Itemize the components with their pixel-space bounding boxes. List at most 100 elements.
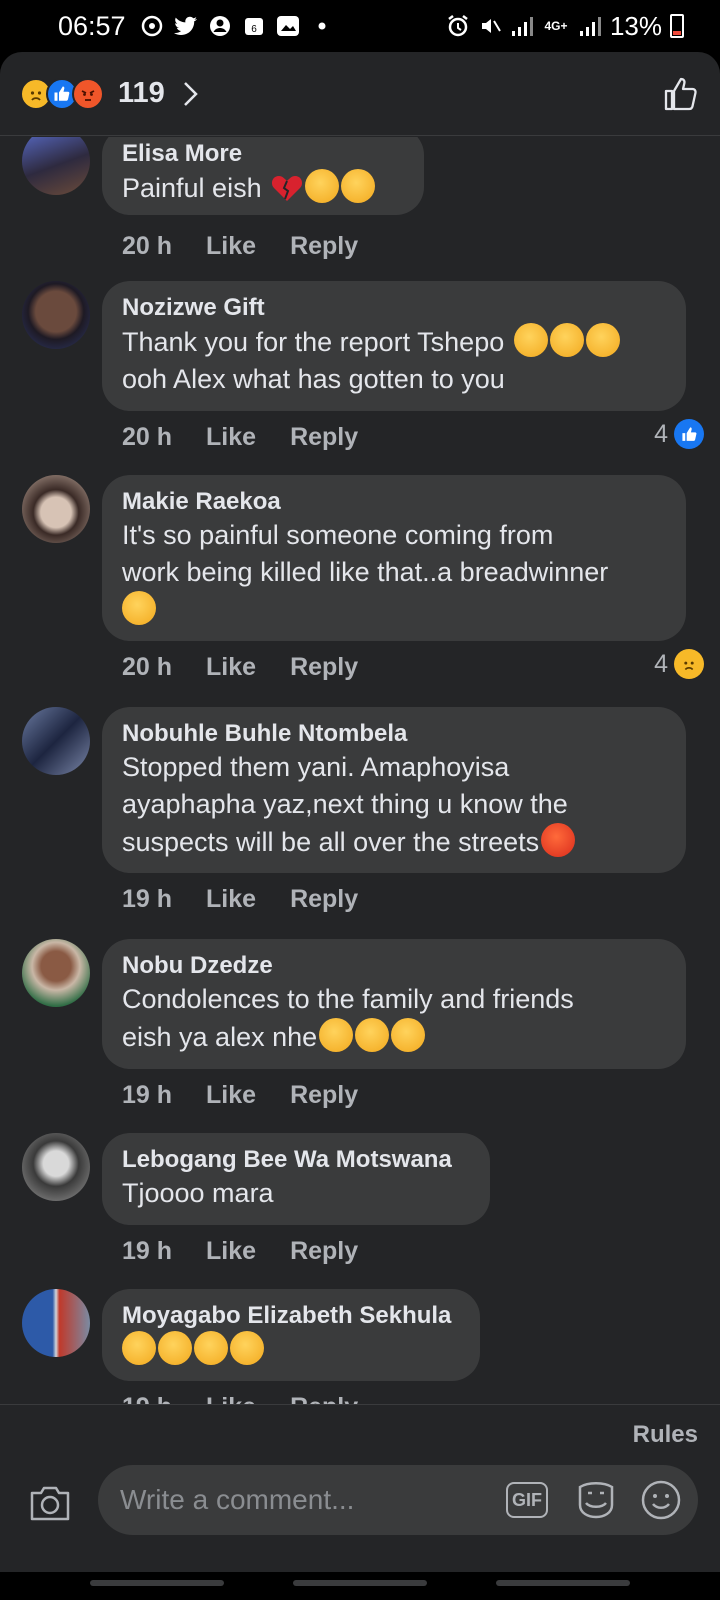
comment-text-line: Painful eish [122,173,262,203]
comment-bubble[interactable]: Makie Raekoa It's so painful someone com… [102,475,686,641]
twitter-icon [173,14,198,38]
comment-author[interactable]: Makie Raekoa [122,487,666,517]
comment-time: 19 h [122,1237,173,1265]
comment-text-line: It's so painful someone coming from [122,520,554,550]
comment-text-line: suspects will be all over the streets [122,827,540,857]
comment-time: 19 h [122,1081,173,1109]
reply-button[interactable]: Reply [290,1081,358,1110]
comment-input[interactable] [120,1484,480,1516]
comment-bubble[interactable]: Moyagabo Elizabeth Sekhula [102,1289,480,1381]
like-button[interactable]: Like [206,423,256,452]
nav-recents[interactable] [90,1580,224,1586]
comment-author[interactable]: Lebogang Bee Wa Motswana [122,1145,470,1175]
comment-text: Painful eish [122,169,404,207]
comment-time: 19 h [122,885,173,913]
comment-bubble[interactable]: Lebogang Bee Wa Motswana Tjoooo mara [102,1133,490,1225]
reply-button[interactable]: Reply [290,1237,358,1266]
broken-heart-icon [271,173,303,203]
battery-icon [670,14,684,38]
avatar[interactable] [22,475,90,543]
chevron-right-icon[interactable] [181,81,205,106]
reply-button[interactable]: Reply [290,653,358,682]
crying-emoji-icon [585,323,620,357]
comment-text: Condolences to the family and friends ei… [122,981,666,1056]
mute-icon [478,14,502,38]
comment-reaction-count: 4 [654,649,668,678]
sad-tear-emoji-icon [230,1331,264,1365]
comment-bubble[interactable]: Nobuhle Buhle Ntombela Stopped them yani… [102,707,686,873]
comment-author[interactable]: Nobuhle Buhle Ntombela [122,719,666,749]
comment-time: 20 h [122,423,173,451]
comment-time: 20 h [122,232,173,260]
angry-reaction-icon [72,77,104,110]
sticker-icon[interactable] [574,1479,618,1521]
avatar[interactable] [22,137,90,195]
comment-actions: 19 h Like Reply [122,1237,358,1266]
comment-bubble[interactable]: Nobu Dzedze Condolences to the family an… [102,939,686,1069]
like-button[interactable]: Like [206,653,256,682]
system-nav-bar [0,1572,720,1600]
signal-icon [510,14,534,38]
sad-tear-emoji-icon [122,591,156,625]
nav-back[interactable] [496,1580,630,1586]
comment-author[interactable]: Moyagabo Elizabeth Sekhula [122,1301,460,1331]
comment-time: 20 h [122,653,173,681]
like-button[interactable]: Like [206,232,256,261]
crying-emoji-icon [391,1018,426,1052]
like-outline-icon[interactable] [660,74,700,114]
crying-emoji-icon [319,1018,354,1052]
reactions-header[interactable]: 119 [0,52,720,136]
comment-text: Thank you for the report Tshepo ooh Alex… [122,323,666,398]
comment-reaction-badge[interactable]: 4 [654,419,704,449]
account-icon [208,14,232,38]
comment-composer: Rules GIF [0,1404,720,1600]
comment-actions: 20 h Like Reply [122,423,358,452]
like-button[interactable]: Like [206,1081,256,1110]
reply-button[interactable]: Reply [290,885,358,914]
comment-list: Elisa More Painful eish 20 h Like Reply … [0,137,720,1487]
avatar[interactable] [22,281,90,349]
reply-button[interactable]: Reply [290,232,358,261]
comment-text: Tjoooo mara [122,1178,274,1208]
comment-text-line: work being killed like that..a breadwinn… [122,557,609,587]
rules-link[interactable]: Rules [633,1421,698,1449]
crying-emoji-icon [513,323,548,357]
alarm-icon [446,14,470,38]
comment-actions: 20 h Like Reply [122,232,358,261]
crying-emoji-icon [355,1018,390,1052]
comment-text-line: Stopped them yani. Amaphoyisa [122,752,510,782]
comment-input-box[interactable]: GIF [98,1465,698,1535]
status-bar: 06:57 6 4G+ 13% [0,0,720,52]
gif-button[interactable]: GIF [506,1482,548,1518]
emoji-icon[interactable] [640,1479,682,1521]
reaction-count: 119 [118,77,165,109]
avatar[interactable] [22,939,90,1007]
comment-text: It's so painful someone coming from work… [122,517,666,629]
comment-actions: 19 h Like Reply [122,885,358,914]
comment-bubble[interactable]: Elisa More Painful eish [102,137,424,215]
comment-author[interactable]: Nozizwe Gift [122,293,666,323]
comment-text [122,1331,460,1369]
reply-button[interactable]: Reply [290,423,358,452]
like-button[interactable]: Like [206,1237,256,1266]
sad-tear-emoji-icon [305,169,340,203]
avatar[interactable] [22,1133,90,1201]
camera-icon[interactable] [28,1483,72,1523]
avatar[interactable] [22,707,90,775]
dot-icon [310,14,334,38]
battery-percent: 13% [609,10,662,41]
comment-author[interactable]: Nobu Dzedze [122,951,666,981]
nav-home[interactable] [293,1580,427,1586]
avatar[interactable] [22,1289,90,1357]
comment-bubble[interactable]: Nozizwe Gift Thank you for the report Ts… [102,281,686,411]
sad-tear-emoji-icon [194,1331,228,1365]
comment-actions: 19 h Like Reply [122,1081,358,1110]
comment-actions: 20 h Like Reply [122,653,358,682]
comment-reaction-badge[interactable]: 4 [654,649,704,679]
gallery-icon [276,14,300,38]
like-button[interactable]: Like [206,885,256,914]
comment-author[interactable]: Elisa More [122,139,404,169]
calendar-icon: 6 [242,14,266,38]
svg-text:6: 6 [251,24,257,35]
pensive-emoji-icon [341,169,376,203]
